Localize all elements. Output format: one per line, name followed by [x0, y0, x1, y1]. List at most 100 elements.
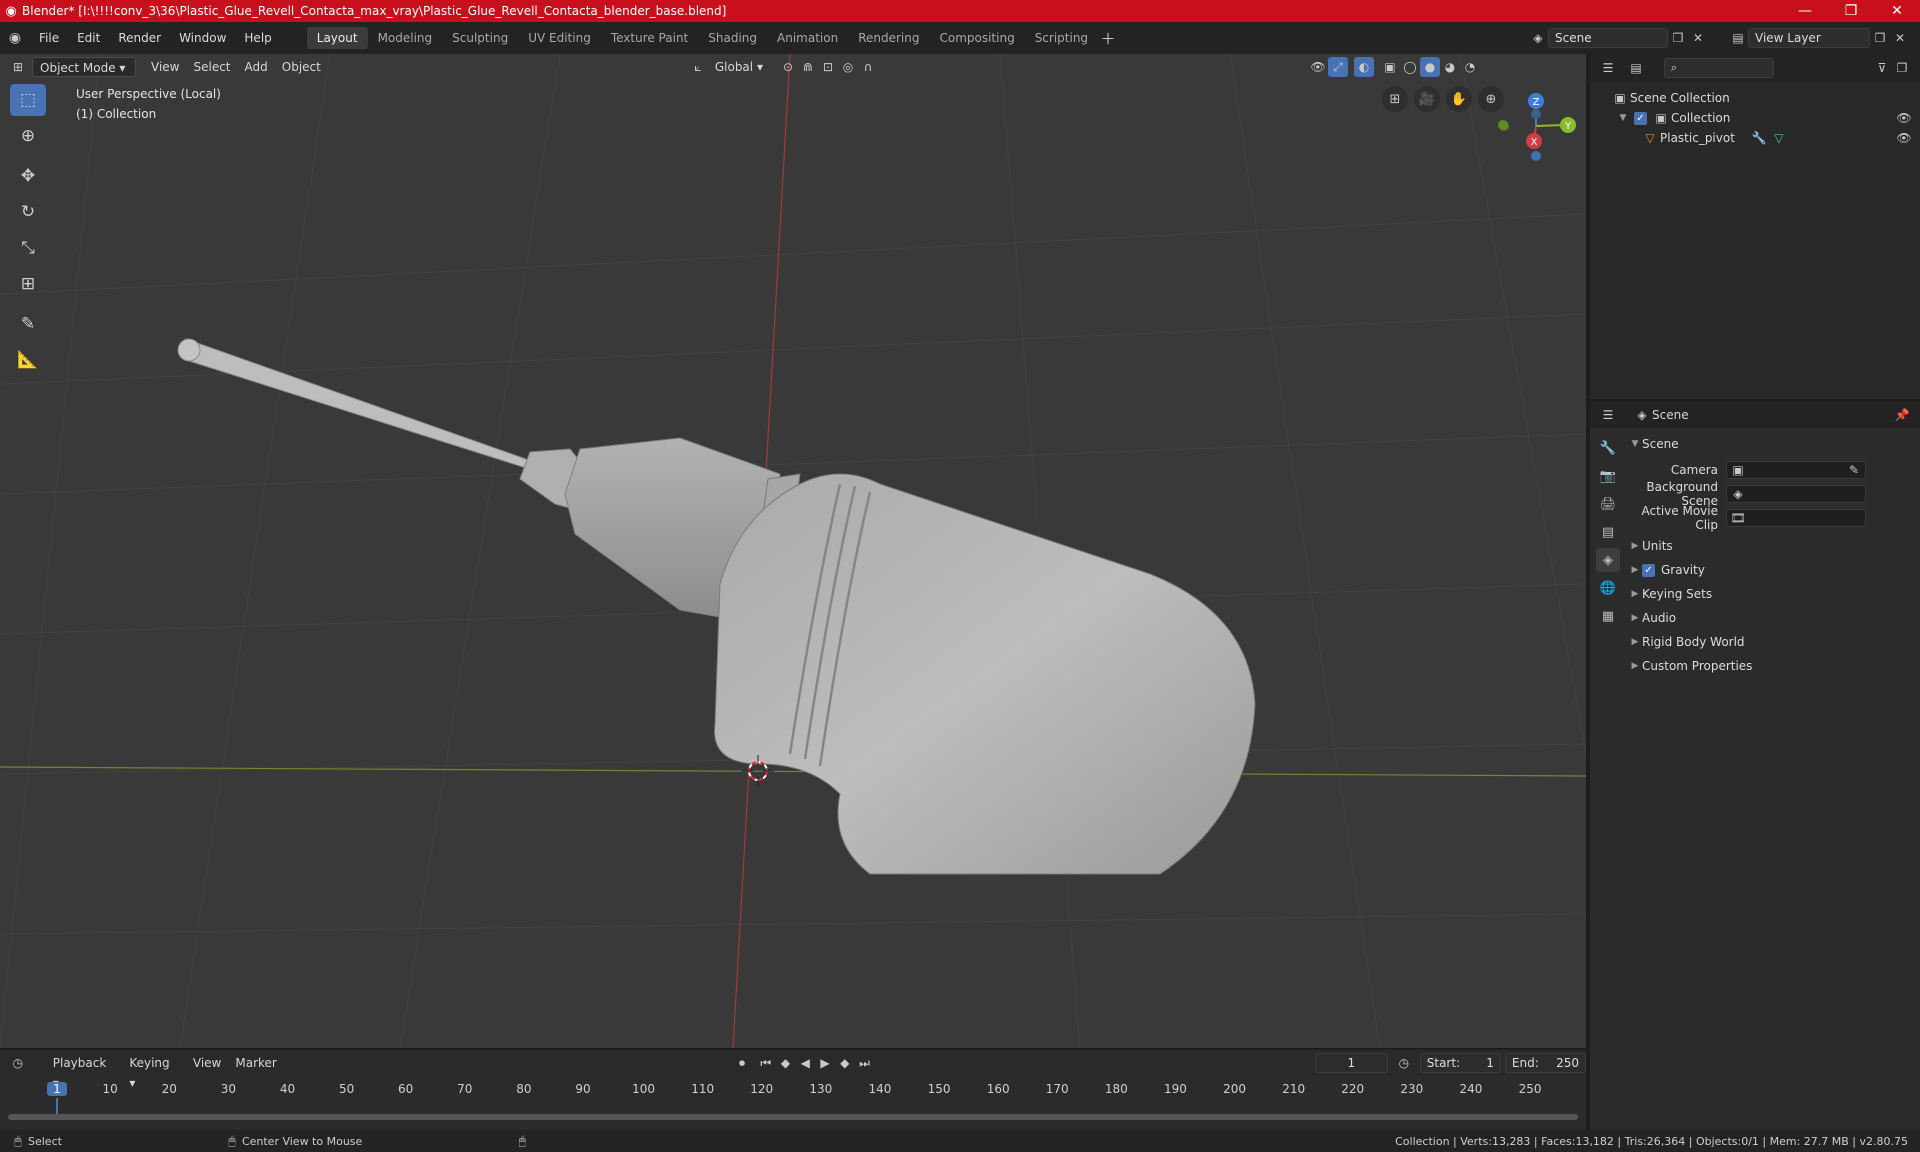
tab-texture-paint[interactable]: Texture Paint [601, 27, 698, 49]
render-tab-icon[interactable]: 📷 [1596, 464, 1620, 488]
proportional-edit-icon[interactable]: ◎ [838, 57, 858, 77]
snap-icon[interactable]: ⋒ [798, 57, 818, 77]
tab-rendering[interactable]: Rendering [848, 27, 929, 49]
outliner-item-plastic-pivot[interactable]: ▽ Plastic_pivot 🔧 ▽ 👁 [1590, 128, 1920, 148]
end-frame-field[interactable]: End: 250 [1504, 1053, 1587, 1073]
rendered-shading-icon[interactable]: ◔ [1460, 57, 1480, 77]
tab-layout[interactable]: Layout [306, 27, 368, 49]
orientation-icon[interactable]: ⟀ [688, 57, 708, 77]
editor-type-icon[interactable]: ⊞ [8, 57, 28, 77]
menu-edit[interactable]: Edit [68, 27, 109, 49]
expand-gravity-icon[interactable]: ▶ [1628, 565, 1642, 575]
outliner-item-scene-collection[interactable]: ▣ Scene Collection [1590, 88, 1920, 108]
new-scene-icon[interactable]: ❐ [1668, 28, 1688, 48]
camera-view-icon[interactable]: 🎥 [1414, 86, 1440, 112]
overlay-toggle-icon[interactable]: ◐ [1353, 57, 1374, 77]
snap-target-icon[interactable]: ⊡ [818, 57, 838, 77]
world-tab-icon[interactable]: 🌐 [1596, 576, 1620, 600]
measure-tool-icon[interactable]: 📐 [10, 344, 46, 376]
panel-audio[interactable]: ▶ Audio [1628, 606, 1916, 630]
panel-keying-sets[interactable]: ▶ Keying Sets [1628, 582, 1916, 606]
camera-field[interactable]: ▣ ✎ [1726, 461, 1866, 479]
cursor-tool-icon[interactable]: ⊕ [10, 120, 46, 152]
timeline-editor-icon[interactable]: ◷ [8, 1053, 28, 1073]
xray-toggle-icon[interactable]: ▣ [1380, 57, 1400, 77]
jump-end-icon[interactable]: ⏭ [855, 1053, 875, 1073]
new-view-layer-icon[interactable]: ❐ [1870, 28, 1890, 48]
tab-sculpting[interactable]: Sculpting [442, 27, 518, 49]
panel-units[interactable]: ▶ Units [1628, 534, 1916, 558]
playback-menu[interactable]: Playback ▾ [46, 1053, 123, 1090]
outliner-search-input[interactable]: ⌕ [1664, 58, 1774, 78]
scene-tab-icon[interactable]: ◈ [1596, 548, 1620, 572]
delete-view-layer-icon[interactable]: ✕ [1890, 28, 1910, 48]
menu-window[interactable]: Window [170, 27, 235, 49]
menu-file[interactable]: File [30, 27, 68, 49]
record-icon[interactable]: ⏺ [732, 1053, 752, 1073]
frame-ruler[interactable]: 1 10 20 30 40 50 60 70 80 90 100 110 120 130 140 150 160… [0, 1076, 1586, 1120]
outliner-editor-icon[interactable]: ☰ [1598, 58, 1618, 78]
panel-custom-properties[interactable]: ▶ Custom Properties [1628, 654, 1916, 678]
view-layer-tab-icon[interactable]: ▤ [1596, 520, 1620, 544]
rotate-tool-icon[interactable]: ↻ [10, 196, 46, 228]
solid-shading-icon[interactable]: ● [1419, 57, 1440, 77]
gravity-checkbox[interactable]: ✓ [1642, 563, 1655, 577]
marker-menu[interactable]: Marker [228, 1053, 283, 1073]
annotate-tool-icon[interactable]: ✎ [10, 308, 46, 340]
jump-start-icon[interactable]: ⏮ [756, 1053, 776, 1073]
tab-compositing[interactable]: Compositing [929, 27, 1024, 49]
tab-animation[interactable]: Animation [767, 27, 848, 49]
object-visibility-icon[interactable]: 👁 [1894, 128, 1914, 148]
play-icon[interactable]: ▶ [815, 1053, 835, 1073]
preview-range-icon[interactable]: ◷ [1394, 1053, 1414, 1073]
viewport-scene[interactable]: Z Y X [0, 54, 1586, 1048]
collection-visibility-icon[interactable]: 👁 [1894, 108, 1914, 128]
texture-tab-icon[interactable]: ▦ [1596, 604, 1620, 628]
pin-icon[interactable]: 📌 [1892, 405, 1912, 425]
zoom-icon[interactable]: ⊕ [1478, 86, 1504, 112]
select-box-tool-icon[interactable]: ⬚ [10, 84, 46, 116]
outliner-item-collection[interactable]: ▼ ✓ ▣ Collection 👁 [1590, 108, 1920, 128]
background-scene-field[interactable]: ◈ [1726, 485, 1866, 503]
transform-tool-icon[interactable]: ⊞ [10, 268, 46, 300]
next-keyframe-icon[interactable]: ◆ [835, 1053, 855, 1073]
view-layer-icon[interactable]: ▤ [1728, 28, 1748, 48]
3d-viewport[interactable]: Z Y X ⊞ Object Mode ▾ View Select Add Ob… [0, 54, 1586, 1048]
minimize-button[interactable]: — [1782, 0, 1828, 22]
viewport-menu-object[interactable]: Object [275, 57, 328, 77]
timeline-view-menu[interactable]: View [186, 1053, 228, 1073]
keying-menu[interactable]: Keying ▾ [122, 1053, 186, 1090]
grid-view-icon[interactable]: ⊞ [1382, 86, 1408, 112]
tab-shading[interactable]: Shading [698, 27, 767, 49]
panel-gravity[interactable]: ▶ ✓ Gravity [1628, 558, 1916, 582]
tab-scripting[interactable]: Scripting [1025, 27, 1098, 49]
pan-hand-icon[interactable]: ✋ [1446, 86, 1472, 112]
menu-help[interactable]: Help [235, 27, 280, 49]
tab-modeling[interactable]: Modeling [368, 27, 443, 49]
prev-keyframe-icon[interactable]: ◆ [776, 1053, 796, 1073]
eyedropper-icon[interactable]: ✎ [1847, 460, 1861, 480]
timeline-scrollbar[interactable] [8, 1114, 1578, 1120]
falloff-icon[interactable]: ∩ [858, 57, 878, 77]
maximize-button[interactable]: ❐ [1828, 0, 1874, 22]
close-button[interactable]: ✕ [1874, 0, 1920, 22]
tool-tab-icon[interactable]: 🔧 [1596, 436, 1620, 460]
tab-uv-editing[interactable]: UV Editing [518, 27, 601, 49]
scene-icon[interactable]: ◈ [1528, 28, 1548, 48]
viewport-menu-add[interactable]: Add [238, 57, 275, 77]
menu-render[interactable]: Render [109, 27, 170, 49]
transform-orientation-selector[interactable]: Global ▾ [708, 57, 770, 77]
collection-checkbox[interactable]: ✓ [1634, 111, 1647, 125]
active-movie-clip-field[interactable]: 🎞 [1726, 509, 1866, 527]
start-frame-field[interactable]: Start: 1 [1419, 1053, 1501, 1073]
blender-menu-icon[interactable]: ◉ [0, 28, 30, 48]
delete-scene-icon[interactable]: ✕ [1688, 28, 1708, 48]
pivot-icon[interactable]: ⊙ [778, 57, 798, 77]
new-collection-icon[interactable]: ❐ [1892, 58, 1912, 78]
expand-keying-sets-icon[interactable]: ▶ [1628, 589, 1642, 599]
expand-collection-icon[interactable]: ▼ [1616, 113, 1630, 123]
material-shading-icon[interactable]: ◕ [1440, 57, 1460, 77]
expand-scene-icon[interactable]: ▼ [1628, 439, 1642, 449]
mode-selector[interactable]: Object Mode ▾ [32, 57, 136, 77]
visibility-icon[interactable]: 👁 [1308, 57, 1328, 77]
